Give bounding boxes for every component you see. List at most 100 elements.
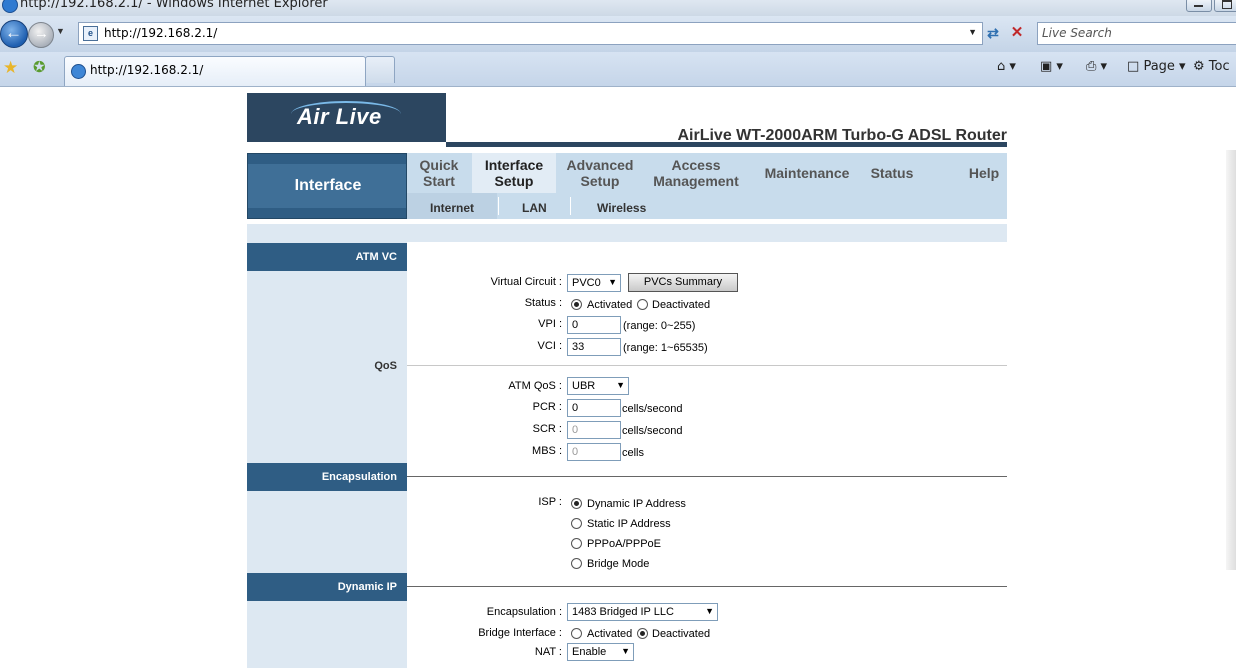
address-bar[interactable]: e http://192.168.2.1/ ▼ xyxy=(78,22,983,45)
section-qos: QoS xyxy=(374,360,397,372)
menu-status[interactable]: Status xyxy=(866,165,918,181)
bridge-deactivated-radio[interactable] xyxy=(637,628,648,639)
status-activated-label: Activated xyxy=(587,299,633,311)
isp-pppoe-radio[interactable] xyxy=(571,538,582,549)
scr-input[interactable] xyxy=(567,421,621,439)
address-url[interactable]: http://192.168.2.1/ xyxy=(104,26,217,40)
scr-label: SCR : xyxy=(532,423,562,435)
history-dropdown-icon[interactable]: ▼ xyxy=(56,26,65,36)
menu-access-management[interactable]: Access Management xyxy=(646,157,746,189)
divider xyxy=(407,476,1007,477)
status-deactivated-label: Deactivated xyxy=(652,299,711,311)
maximize-button[interactable] xyxy=(1214,0,1236,12)
encapsulation-value: 1483 Bridged IP LLC xyxy=(572,606,674,618)
status-deactivated-radio[interactable] xyxy=(637,299,648,310)
tab-label: http://192.168.2.1/ xyxy=(90,63,204,77)
search-box[interactable] xyxy=(1037,22,1236,45)
submenu-internet[interactable]: Internet xyxy=(430,201,474,215)
ie-tab-icon xyxy=(71,64,86,79)
logo-text: Air Live xyxy=(297,104,382,129)
forward-button[interactable]: → xyxy=(28,22,54,48)
divider xyxy=(407,365,1007,366)
scr-unit: cells/second xyxy=(622,425,683,437)
encapsulation-select[interactable]: 1483 Bridged IP LLC ▼ xyxy=(567,603,718,621)
ie-icon xyxy=(2,0,18,13)
minimize-button[interactable] xyxy=(1186,0,1212,12)
status-label: Status : xyxy=(524,297,562,309)
status-activated-radio[interactable] xyxy=(571,299,582,310)
pcr-unit: cells/second xyxy=(622,403,683,415)
bridge-activated-label: Activated xyxy=(587,628,633,640)
pcr-input[interactable] xyxy=(567,399,621,417)
tools-menu-label: Toc xyxy=(1208,59,1230,74)
dropdown-arrow-icon: ▼ xyxy=(621,646,630,656)
bridge-activated-radio[interactable] xyxy=(571,628,582,639)
page-icon: □ xyxy=(1127,59,1140,74)
browser-tab[interactable]: http://192.168.2.1/ xyxy=(64,56,366,86)
vci-input[interactable] xyxy=(567,338,621,356)
isp-label: ISP : xyxy=(538,496,562,508)
virtual-circuit-select[interactable]: PVC0 ▼ xyxy=(567,274,621,292)
window-titlebar: http://192.168.2.1/ - Windows Internet E… xyxy=(0,0,1236,16)
section-title-label: Interface xyxy=(294,177,362,194)
window-title: http://192.168.2.1/ - Windows Internet E… xyxy=(20,0,328,11)
nat-value: Enable xyxy=(572,646,607,658)
left-column xyxy=(247,242,407,668)
back-arrow-icon: ← xyxy=(5,23,22,42)
scrollbar[interactable] xyxy=(1226,150,1236,570)
encapsulation-label: Encapsulation : xyxy=(486,606,562,618)
home-icon[interactable]: ⌂ ▾ xyxy=(997,59,1016,74)
submenu-wireless[interactable]: Wireless xyxy=(597,201,646,215)
atm-qos-select[interactable]: UBR ▼ xyxy=(567,377,629,395)
tools-menu[interactable]: ⚙ Toc xyxy=(1193,59,1230,74)
favorites-star-icon[interactable]: ★ xyxy=(3,58,18,78)
back-button[interactable]: ← xyxy=(0,20,28,48)
nat-select[interactable]: Enable ▼ xyxy=(567,643,634,661)
section-title: Interface xyxy=(247,153,407,219)
search-input[interactable] xyxy=(1042,25,1232,41)
feeds-icon[interactable]: ▣ ▾ xyxy=(1040,59,1063,74)
isp-pppoe-label: PPPoA/PPPoE xyxy=(587,538,661,550)
isp-dynamic-label: Dynamic IP Address xyxy=(587,498,686,510)
content-top-strip xyxy=(247,224,1007,242)
address-dropdown-icon[interactable]: ▼ xyxy=(968,27,977,37)
isp-static-label: Static IP Address xyxy=(587,518,671,530)
section-atm-vc: ATM VC xyxy=(247,243,407,271)
dropdown-arrow-icon: ▼ xyxy=(608,277,617,287)
sub-menu xyxy=(407,193,1007,219)
refresh-icon[interactable]: ⇄ xyxy=(984,24,1002,42)
add-favorites-icon[interactable]: ✪ xyxy=(33,58,46,76)
vpi-input[interactable] xyxy=(567,316,621,334)
vpi-range: (range: 0~255) xyxy=(623,320,696,332)
forward-arrow-icon: → xyxy=(34,25,49,42)
page-menu-label: Page xyxy=(1143,59,1175,74)
mbs-input[interactable] xyxy=(567,443,621,461)
print-icon[interactable]: ⎙ ▾ xyxy=(1086,59,1107,74)
nat-label: NAT : xyxy=(534,646,562,658)
submenu-divider xyxy=(498,197,499,215)
isp-bridge-radio[interactable] xyxy=(571,558,582,569)
submenu-lan[interactable]: LAN xyxy=(522,201,547,215)
stop-icon[interactable]: ✕ xyxy=(1008,24,1026,42)
vpi-label: VPI : xyxy=(538,318,562,330)
menu-maintenance[interactable]: Maintenance xyxy=(758,165,856,181)
menu-help[interactable]: Help xyxy=(962,165,1006,181)
isp-static-radio[interactable] xyxy=(571,518,582,529)
dropdown-arrow-icon: ▼ xyxy=(705,606,714,616)
menu-advanced-setup[interactable]: Advanced Setup xyxy=(560,157,640,189)
menu-quick-start[interactable]: Quick Start xyxy=(409,157,469,189)
atm-qos-value: UBR xyxy=(572,380,596,392)
new-tab-button[interactable] xyxy=(365,56,395,83)
page-menu[interactable]: □ Page ▾ xyxy=(1127,59,1186,74)
isp-bridge-label: Bridge Mode xyxy=(587,558,650,570)
bridge-interface-label: Bridge Interface : xyxy=(478,627,562,639)
section-dynamic-ip: Dynamic IP xyxy=(247,573,407,601)
bridge-deactivated-label: Deactivated xyxy=(652,628,711,640)
isp-dynamic-radio[interactable] xyxy=(571,498,582,509)
atm-qos-label: ATM QoS : xyxy=(508,380,562,392)
pvcs-summary-button[interactable]: PVCs Summary xyxy=(628,273,738,292)
menu-interface-setup[interactable]: Interface Setup xyxy=(474,157,554,189)
virtual-circuit-value: PVC0 xyxy=(572,277,601,289)
virtual-circuit-label: Virtual Circuit : xyxy=(490,276,562,288)
vci-label: VCI : xyxy=(537,340,562,352)
